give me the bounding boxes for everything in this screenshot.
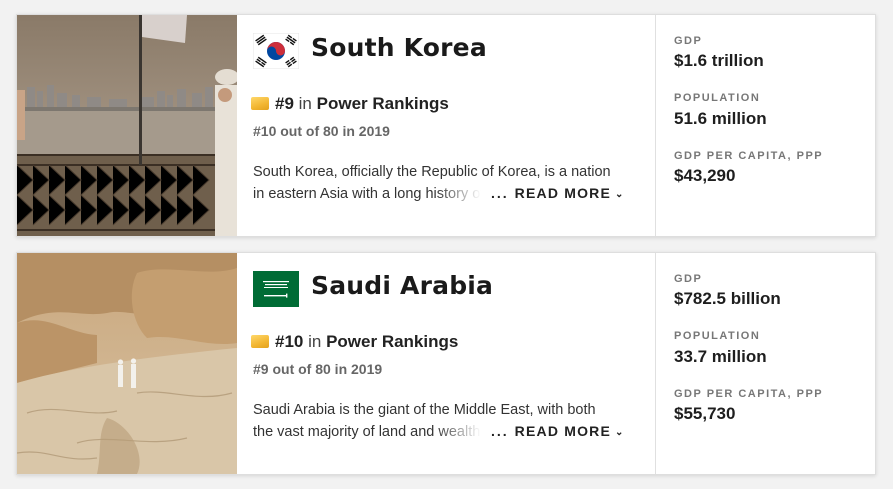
stat-value-population: 33.7 million xyxy=(674,347,767,366)
country-name[interactable]: South Korea xyxy=(311,33,487,62)
south-korea-flag-icon xyxy=(252,32,300,70)
read-more-button[interactable]: ... READ MORE ⌄ xyxy=(491,423,625,439)
previous-rank: #10 out of 80 in 2019 xyxy=(253,123,390,139)
saudi-arabia-flag-icon xyxy=(253,271,299,307)
stat-label-gdp: GDP xyxy=(674,273,703,285)
rank-in-text: in xyxy=(298,94,312,113)
stat-value-gdp-per-capita: $43,290 xyxy=(674,166,736,185)
stat-value-gdp: $782.5 billion xyxy=(674,289,781,308)
description-line: in eastern Asia with a long history of xyxy=(253,186,481,202)
stat-label-gdp-per-capita: GDP PER CAPITA, PPP xyxy=(674,388,824,400)
power-ranking: #9 in Power Rankings xyxy=(251,94,449,114)
previous-rank: #9 out of 80 in 2019 xyxy=(253,361,383,377)
read-more-label: READ MORE xyxy=(514,423,612,439)
stat-value-gdp: $1.6 trillion xyxy=(674,51,764,70)
stat-label-gdp-per-capita: GDP PER CAPITA, PPP xyxy=(674,150,824,162)
country-photo xyxy=(17,253,237,474)
description-line: Saudi Arabia is the giant of the Middle … xyxy=(253,402,596,418)
medal-icon xyxy=(251,335,269,348)
country-name[interactable]: Saudi Arabia xyxy=(311,271,493,300)
rank-number: #9 xyxy=(275,94,294,113)
power-ranking: #10 in Power Rankings xyxy=(251,332,458,352)
stat-label-population: POPULATION xyxy=(674,330,761,342)
ellipsis: ... xyxy=(491,185,509,201)
country-card-south-korea[interactable]: South Korea #9 in Power Rankings #10 out… xyxy=(16,14,876,237)
medal-icon xyxy=(251,97,269,110)
country-card-saudi-arabia[interactable]: Saudi Arabia #10 in Power Rankings #9 ou… xyxy=(16,252,876,475)
country-stats: GDP $1.6 trillion POPULATION 51.6 millio… xyxy=(656,15,875,236)
description-line: South Korea, officially the Republic of … xyxy=(253,164,611,180)
stat-label-gdp: GDP xyxy=(674,35,703,47)
read-more-label: READ MORE xyxy=(514,185,612,201)
power-rankings-link[interactable]: Power Rankings xyxy=(326,332,458,351)
country-photo xyxy=(17,15,237,236)
stat-label-population: POPULATION xyxy=(674,92,761,104)
description-line: the vast majority of land and wealth xyxy=(253,424,481,440)
stat-value-population: 51.6 million xyxy=(674,109,767,128)
rank-number: #10 xyxy=(275,332,304,351)
chevron-down-icon: ⌄ xyxy=(615,427,625,438)
rank-in-text: in xyxy=(308,332,322,351)
stat-value-gdp-per-capita: $55,730 xyxy=(674,404,736,423)
country-stats: GDP $782.5 billion POPULATION 33.7 milli… xyxy=(656,253,875,474)
read-more-button[interactable]: ... READ MORE ⌄ xyxy=(491,185,625,201)
ellipsis: ... xyxy=(491,423,509,439)
power-rankings-link[interactable]: Power Rankings xyxy=(317,94,449,113)
chevron-down-icon: ⌄ xyxy=(615,189,625,200)
